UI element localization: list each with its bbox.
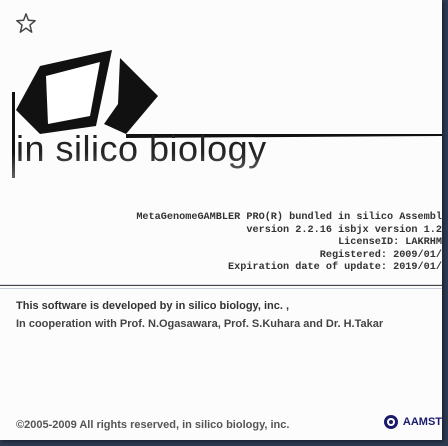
about-dialog: in silico biology MetaGenomeGAMBLER PRO(… [0, 0, 442, 440]
license-line: LicenseID: LAKRHM [338, 237, 442, 248]
amst-icon [383, 415, 398, 429]
logo-area: in silico biology [0, 0, 442, 200]
credits: This software is developed by in silico … [16, 297, 383, 333]
star-icon [16, 13, 36, 33]
cooperation-line: In cooperation with Prof. N.Ogasawara, P… [16, 318, 384, 330]
license-info: MetaGenomeGAMBLER PRO(R) bundled in sili… [16, 212, 442, 275]
divider-shadow [0, 288, 442, 289]
expiration-line: Expiration date of update: 2019/01/ [228, 262, 442, 273]
logo-gloss [0, 152, 442, 182]
partner-logo-text: AAMST [402, 416, 442, 428]
registered-line: Registered: 2009/01/ [319, 249, 442, 261]
developer-line: This software is developed by in silico … [16, 300, 290, 312]
partner-logo: AAMST [383, 414, 442, 430]
copyright-text: ©2005-2009 All rights reserved, in silic… [16, 419, 290, 431]
product-line: MetaGenomeGAMBLER PRO(R) bundled in sili… [136, 212, 442, 223]
version-line: version 2.2.16 isbjx version 1.2 [246, 224, 442, 236]
divider [0, 284, 442, 286]
